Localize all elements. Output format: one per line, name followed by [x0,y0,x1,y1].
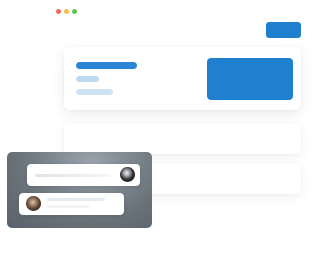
comment-bubble[interactable] [19,193,124,215]
avatar [26,196,41,211]
comment-text-placeholder [35,174,111,177]
comment-text-placeholder [47,198,105,201]
list-row[interactable] [64,124,301,154]
primary-action-button[interactable] [266,22,301,38]
minimize-window-button[interactable] [64,9,69,14]
window-controls [56,9,77,14]
card-meta-placeholder [76,89,113,95]
comment-bubble[interactable] [27,164,140,186]
card-media-placeholder [207,58,293,100]
zoom-window-button[interactable] [72,9,77,14]
card-subtitle-placeholder [76,76,99,82]
card-title-placeholder [76,62,137,69]
close-window-button[interactable] [56,9,61,14]
main-card [64,47,301,110]
avatar [120,167,135,182]
comment-meta-placeholder [47,205,89,208]
comments-overlay [7,152,152,228]
